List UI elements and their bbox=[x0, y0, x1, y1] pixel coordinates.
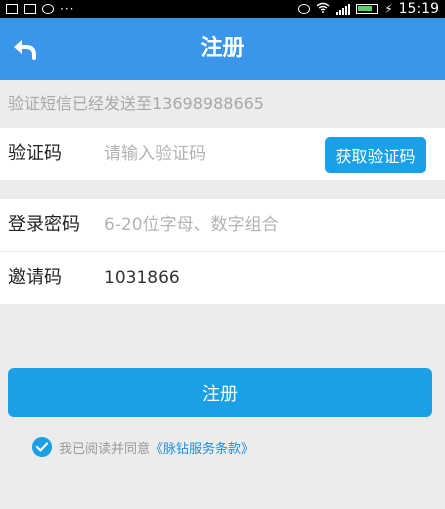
sms-sent-notice: 验证短信已经发送至13698988665 bbox=[8, 94, 264, 113]
battery-icon bbox=[356, 4, 379, 14]
status-right: ⚡ 15:19 bbox=[298, 0, 439, 18]
checkmark-icon bbox=[36, 442, 48, 452]
agree-checkbox[interactable] bbox=[32, 437, 52, 457]
verify-code-label: 验证码 bbox=[8, 143, 62, 164]
more-notifications-icon: ··· bbox=[60, 2, 75, 16]
verify-code-group: 验证码 获取验证码 bbox=[0, 128, 445, 180]
wifi-icon bbox=[316, 2, 330, 17]
status-time: 15:19 bbox=[398, 1, 439, 17]
invite-row: 邀请码 bbox=[0, 252, 445, 304]
invite-label: 邀请码 bbox=[8, 267, 62, 288]
password-row: 登录密码 bbox=[0, 199, 445, 251]
signal-icon bbox=[336, 3, 351, 15]
verify-code-row: 验证码 获取验证码 bbox=[0, 128, 445, 180]
app-bar: 注册 bbox=[0, 18, 445, 80]
image-notification-icon bbox=[6, 4, 18, 14]
user-notification-icon bbox=[42, 4, 54, 14]
status-bar: ··· ⚡ 15:19 bbox=[0, 0, 445, 18]
password-input[interactable] bbox=[104, 209, 314, 241]
account-group: 登录密码 邀请码 bbox=[0, 199, 445, 304]
alarm-icon bbox=[298, 4, 311, 14]
agreement-row: 我已阅读并同意 《脉钻服务条款》 bbox=[32, 436, 254, 458]
terms-link[interactable]: 《脉钻服务条款》 bbox=[150, 438, 254, 457]
charging-icon: ⚡ bbox=[384, 2, 393, 16]
password-label: 登录密码 bbox=[8, 214, 80, 235]
invite-code-input[interactable] bbox=[104, 262, 314, 294]
page-title: 注册 bbox=[200, 36, 245, 61]
download-notification-icon bbox=[24, 4, 36, 14]
verify-code-input[interactable] bbox=[104, 138, 314, 170]
register-button[interactable]: 注册 bbox=[8, 368, 432, 417]
status-left: ··· bbox=[6, 0, 74, 18]
agreement-text: 我已阅读并同意 bbox=[59, 441, 151, 457]
get-code-button[interactable]: 获取验证码 bbox=[325, 137, 426, 173]
